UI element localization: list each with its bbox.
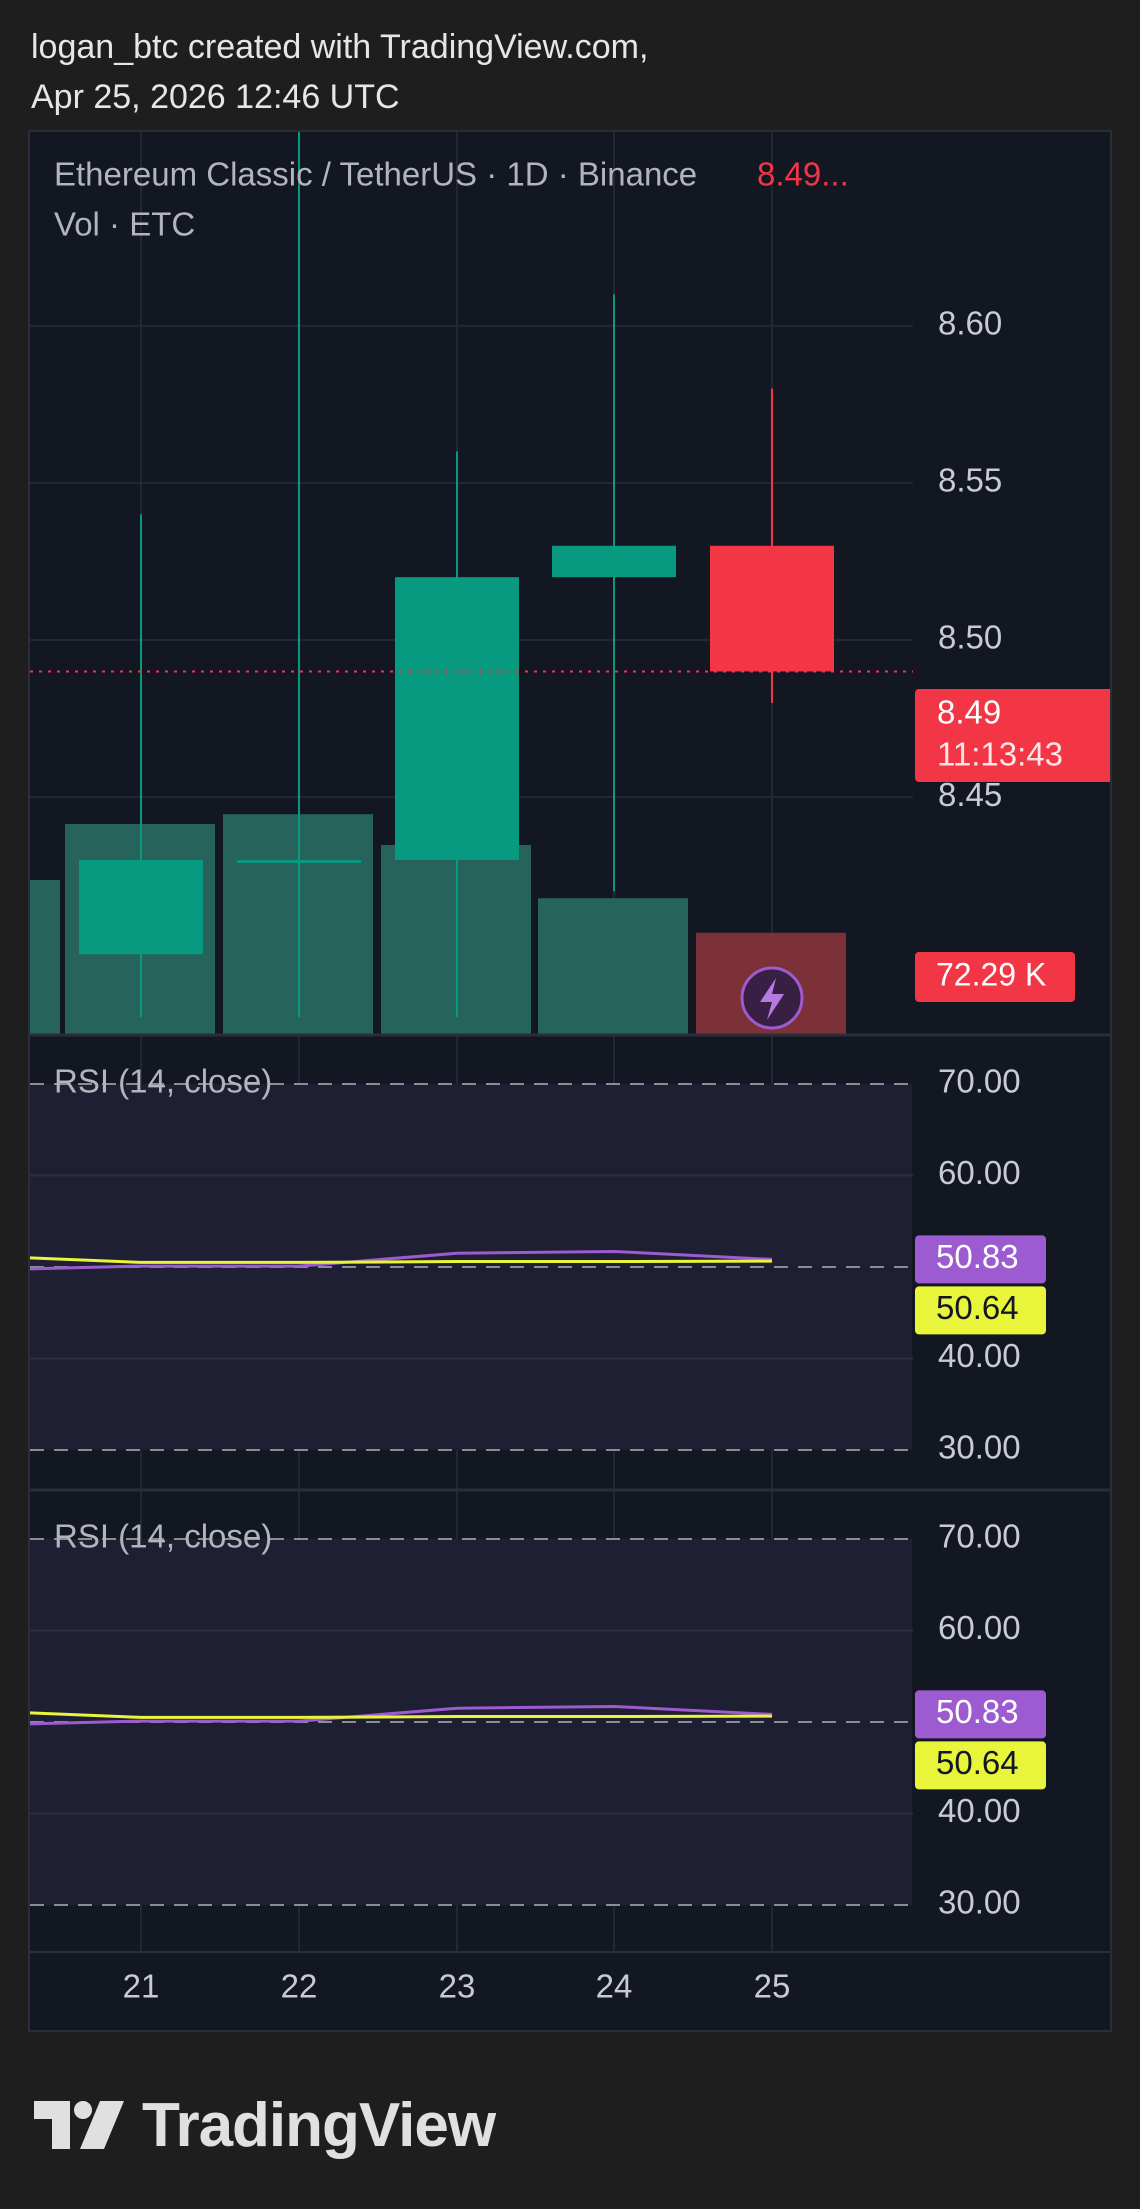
rsi-value: 50.83	[936, 1238, 1019, 1275]
legend-title: Ethereum Classic / TetherUS · 1D · Binan…	[54, 156, 697, 193]
rsi-tick-label: 70.00	[938, 1063, 1021, 1100]
tradingview-mark-icon	[34, 2100, 124, 2149]
price-tick-label: 8.55	[938, 462, 1002, 499]
candle-body	[237, 859, 361, 863]
rsi-value: 50.83	[936, 1693, 1019, 1730]
rsi-tick-label: 60.00	[938, 1154, 1021, 1191]
rsi-tick-label: 70.00	[938, 1518, 1021, 1555]
volume-bar	[30, 880, 60, 1034]
candle-body	[395, 577, 519, 860]
price-tick-label: 8.60	[938, 305, 1002, 342]
rsi-ma-value: 50.64	[936, 1744, 1019, 1781]
author-line: logan_btc created with TradingView.com,	[31, 28, 649, 66]
date-tick-label: 21	[123, 1968, 160, 2005]
legend-price: 8.49...	[757, 156, 849, 193]
date-tick-label: 23	[439, 1968, 476, 2005]
rsi-tick-label: 40.00	[938, 1792, 1021, 1829]
last-price-value: 8.49	[937, 694, 1001, 731]
chart-frame[interactable]: 8.60 8.55 8.50 8.45 8.49 11:13:43 72.29 K Ether…	[28, 130, 1112, 2032]
volume-label: Vol · ETC	[54, 206, 195, 243]
volume-bar	[538, 898, 688, 1034]
volume-badge-value: 72.29 K	[936, 956, 1046, 992]
rsi-ma-value: 50.64	[936, 1289, 1019, 1326]
tradingview-wordmark: TradingView	[142, 2091, 496, 2160]
date-tick-label: 24	[596, 1968, 633, 2005]
rsi-title: RSI (14, close)	[54, 1518, 272, 1555]
rsi-title: RSI (14, close)	[54, 1063, 272, 1100]
candle-body	[710, 545, 834, 672]
rsi-tick-label: 60.00	[938, 1609, 1021, 1646]
date-tick-label: 22	[281, 1968, 318, 2005]
bar-countdown: 11:13:43	[937, 736, 1063, 773]
candle-body	[79, 859, 203, 955]
candle-body	[552, 545, 676, 578]
timestamp-line: Apr 25, 2026 12:46 UTC	[31, 78, 400, 116]
rsi-tick-label: 40.00	[938, 1337, 1021, 1374]
date-tick-label: 25	[754, 1968, 791, 2005]
rsi-tick-label: 30.00	[938, 1884, 1021, 1921]
chart-svg[interactable]: 8.608.558.508.458.4911:13:4372.29 KEther…	[30, 132, 1110, 2030]
tradingview-logo: TradingView	[34, 2090, 496, 2161]
rsi-tick-label: 30.00	[938, 1429, 1021, 1466]
price-tick-label: 8.50	[938, 619, 1002, 656]
